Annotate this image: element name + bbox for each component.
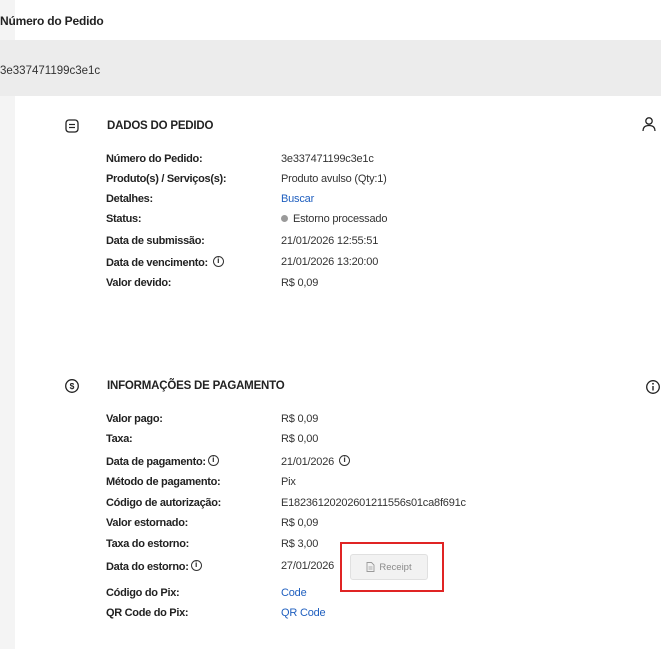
order-id-bar: 3e337471199c3e1c <box>0 40 661 96</box>
refunded-amount-value: R$ 0,09 <box>281 517 319 529</box>
receipt-button[interactable]: Receipt <box>350 554 428 580</box>
payment-method-label: Método de pagamento: <box>106 476 221 488</box>
order-number-label: Número do Pedido: <box>106 153 203 165</box>
refund-date-info-icon[interactable]: i <box>190 560 202 571</box>
payment-date-label: Data de pagamento: <box>106 456 206 468</box>
submission-date-label: Data de submissão: <box>106 235 205 247</box>
order-details-card <box>15 0 661 649</box>
products-label: Produto(s) / Serviços(s): <box>106 173 227 185</box>
refund-fee-label: Taxa do estorno: <box>106 538 190 550</box>
refund-date-label-wrap: Data do estorno: i <box>106 560 202 573</box>
page-title: Número do Pedido <box>0 14 104 28</box>
due-date-value: 21/01/2026 13:20:00 <box>281 256 379 268</box>
user-icon[interactable] <box>641 116 657 132</box>
amount-paid-value: R$ 0,09 <box>281 413 319 425</box>
due-date-label: Data de vencimento: <box>106 257 208 269</box>
payment-date-info-icon[interactable]: i <box>207 455 219 466</box>
refund-date-label: Data do estorno: <box>106 561 189 573</box>
payment-section-title: INFORMAÇÕES DE PAGAMENTO <box>107 380 285 392</box>
details-label: Detalhes: <box>106 193 153 205</box>
order-details-icon <box>65 119 79 133</box>
payment-dollar-icon: $ <box>65 379 79 393</box>
order-section-title: DADOS DO PEDIDO <box>107 120 214 132</box>
pix-qr-code-label: QR Code do Pix: <box>106 607 189 619</box>
status-text: Estorno processado <box>293 213 388 225</box>
status-dot <box>281 215 288 222</box>
payment-method-value: Pix <box>281 476 296 488</box>
authorization-code-label: Código de autorização: <box>106 497 222 509</box>
payment-date-value-wrap: 21/01/2026 i <box>281 455 350 468</box>
document-icon <box>366 562 375 572</box>
svg-text:$: $ <box>70 381 75 391</box>
amount-paid-label: Valor pago: <box>106 413 163 425</box>
status-label: Status: <box>106 213 142 225</box>
submission-date-value: 21/01/2026 12:55:51 <box>281 235 379 247</box>
fee-label: Taxa: <box>106 433 133 445</box>
details-search-link[interactable]: Buscar <box>281 193 314 205</box>
receipt-button-label: Receipt <box>379 561 412 573</box>
payment-date-label-wrap: Data de pagamento: i <box>106 455 219 468</box>
pix-qr-code-link[interactable]: QR Code <box>281 607 326 619</box>
order-id-value: 3e337471199c3e1c <box>0 65 101 77</box>
pix-code-link[interactable]: Code <box>281 587 307 599</box>
receipt-highlight-box: Receipt <box>340 542 444 592</box>
status-value: Estorno processado <box>281 213 387 225</box>
amount-due-label: Valor devido: <box>106 277 172 289</box>
fee-value: R$ 0,00 <box>281 433 319 445</box>
payment-date-value-info-icon[interactable]: i <box>338 455 350 466</box>
refund-fee-value: R$ 3,00 <box>281 538 319 550</box>
order-number-value: 3e337471199c3e1c <box>281 153 374 165</box>
payment-date-value: 21/01/2026 <box>281 456 335 468</box>
pix-code-label: Código do Pix: <box>106 587 180 599</box>
due-date-label-wrap: Data de vencimento: i <box>106 256 224 269</box>
products-value: Produto avulso (Qty:1) <box>281 173 387 185</box>
due-date-info-icon[interactable]: i <box>212 256 224 267</box>
refund-date-value: 27/01/2026 <box>281 560 335 572</box>
authorization-code-value: E18236120202601211556s01ca8f691c <box>281 497 466 509</box>
refunded-amount-label: Valor estornado: <box>106 517 188 529</box>
info-icon[interactable] <box>645 379 661 395</box>
amount-due-value: R$ 0,09 <box>281 277 319 289</box>
